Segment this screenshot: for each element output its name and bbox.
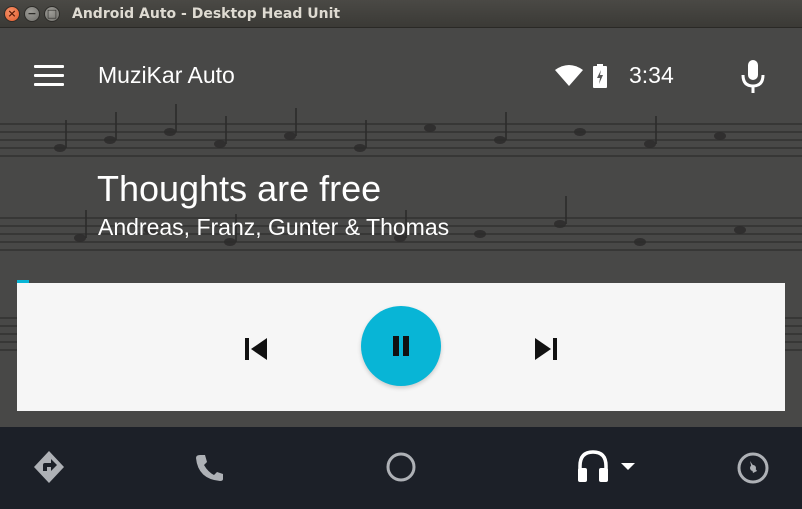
speedometer-icon (737, 452, 769, 484)
nav-item-home[interactable] (384, 449, 418, 485)
skip-previous-icon[interactable] (241, 333, 273, 365)
nav-item-navigation[interactable] (32, 449, 66, 485)
wifi-icon (555, 64, 583, 86)
playback-controls-card (17, 283, 785, 411)
window-maximize-button[interactable]: □ (44, 5, 60, 22)
app-bar: MuziKar Auto 3:34 (0, 28, 802, 124)
hamburger-menu-icon[interactable] (34, 65, 64, 87)
home-circle-icon (386, 452, 416, 482)
track-title: Thoughts are free (97, 168, 382, 209)
window-controls: × − □ (4, 5, 60, 22)
headphones-icon (578, 450, 635, 482)
skip-next-icon[interactable] (529, 333, 561, 365)
bottom-navigation-bar (0, 427, 802, 509)
directions-icon (34, 451, 64, 483)
window-titlebar: × − □ Android Auto - Desktop Head Unit (0, 0, 802, 28)
phone-icon (196, 455, 223, 481)
window-title: Android Auto - Desktop Head Unit (72, 5, 341, 22)
chevron-down-icon (621, 463, 635, 470)
window-minimize-button[interactable]: − (24, 5, 40, 22)
nav-item-overview[interactable] (736, 449, 770, 485)
nav-item-phone[interactable] (192, 449, 226, 485)
microphone-icon[interactable] (740, 60, 766, 94)
window-close-button[interactable]: × (4, 5, 20, 22)
head-unit-screen: MuziKar Auto 3:34 Thoughts are free Andr… (0, 28, 802, 509)
app-title: MuziKar Auto (98, 62, 235, 88)
status-clock: 3:34 (629, 62, 674, 88)
pause-icon (393, 336, 409, 356)
battery-charging-icon (593, 63, 607, 88)
nav-item-media[interactable] (576, 449, 640, 485)
status-bar: 3:34 (555, 62, 674, 89)
track-artist: Andreas, Franz, Gunter & Thomas (98, 214, 450, 240)
play-pause-button[interactable] (361, 306, 441, 386)
